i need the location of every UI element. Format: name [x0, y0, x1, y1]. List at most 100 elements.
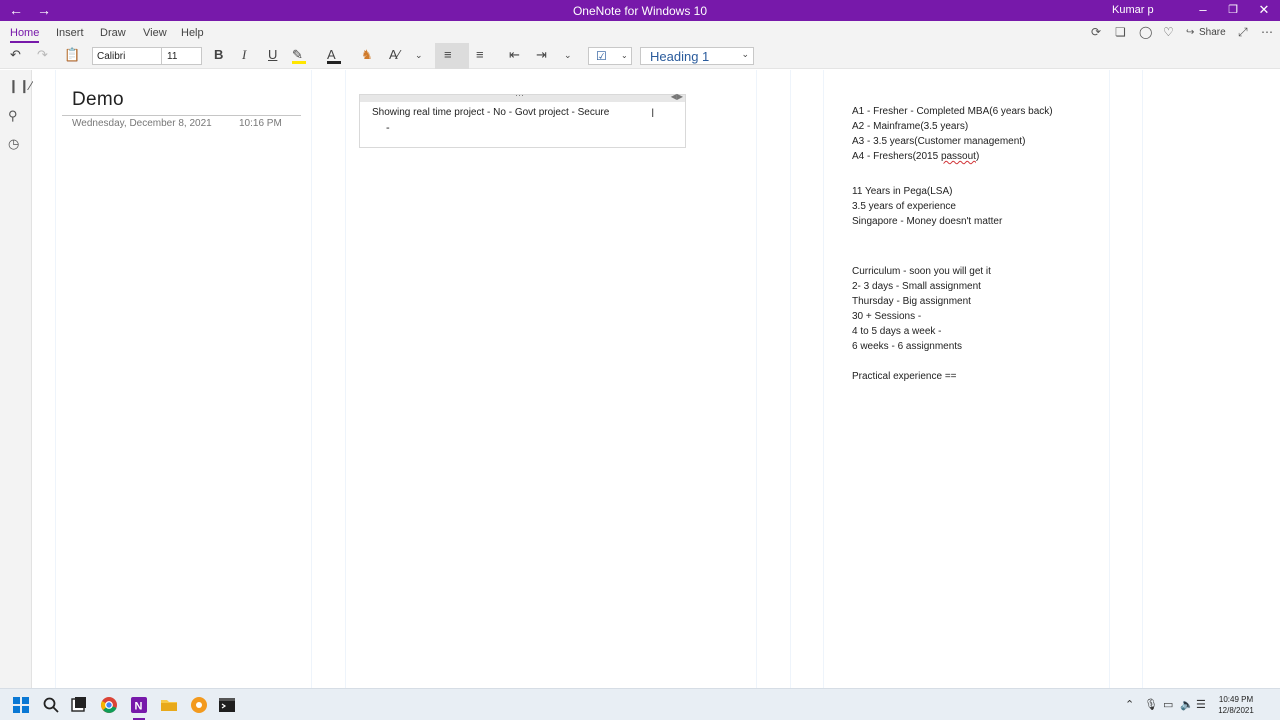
font-selector[interactable]: Calibri 11: [92, 47, 202, 65]
tab-view[interactable]: View: [143, 27, 167, 39]
expand-icon[interactable]: ⤢: [1238, 25, 1248, 40]
misspelled-word[interactable]: passout: [941, 151, 976, 162]
font-color-icon[interactable]: A: [327, 47, 341, 64]
note-line[interactable]: 3.5 years of experience: [852, 201, 956, 212]
highlighter-icon[interactable]: ✎: [292, 47, 306, 64]
notebooks-icon[interactable]: ❙❙∕: [8, 78, 32, 94]
bulleted-list-icon: ≡: [444, 47, 452, 62]
format-painter-icon[interactable]: ♞: [361, 47, 373, 63]
note-container-project[interactable]: ⋯ ◀▶ Showing real time project - No - Go…: [359, 90, 686, 148]
note-line[interactable]: Thursday - Big assignment: [852, 296, 971, 307]
onenote-icon[interactable]: N: [130, 696, 148, 714]
chevron-up-icon[interactable]: ⌃: [1125, 698, 1134, 711]
note-line[interactable]: 4 to 5 days a week -: [852, 326, 942, 337]
more-options-icon[interactable]: ⋯: [1261, 25, 1273, 39]
note-line[interactable]: 30 + Sessions -: [852, 311, 921, 322]
clock-date: 12/8/2021: [1218, 706, 1254, 715]
guide-line: [790, 70, 791, 688]
italic-button[interactable]: I: [242, 47, 246, 63]
snip-app-icon[interactable]: [190, 696, 208, 714]
page-time: 10:16 PM: [239, 118, 282, 129]
bold-button[interactable]: B: [214, 47, 223, 62]
redo-icon[interactable]: ↷: [37, 47, 48, 63]
chrome-icon[interactable]: [100, 696, 118, 714]
page-canvas[interactable]: [33, 70, 1280, 688]
minimize-icon[interactable]: –: [1193, 2, 1213, 18]
svg-text:N: N: [135, 701, 143, 713]
title-bar: ← → OneNote for Windows 10 Kumar p – ❐ ✕: [0, 0, 1280, 21]
clear-formatting-icon[interactable]: A⁄: [389, 47, 400, 62]
task-view-icon[interactable]: [70, 696, 88, 714]
recent-icon[interactable]: ◷: [8, 136, 19, 152]
note-line[interactable]: Curriculum - soon you will get it: [852, 266, 991, 277]
close-icon[interactable]: ✕: [1254, 2, 1274, 18]
network-icon[interactable]: ☰: [1196, 698, 1206, 711]
display-icon[interactable]: ▭: [1163, 698, 1173, 711]
guide-line: [756, 70, 757, 688]
page-title[interactable]: Demo: [72, 89, 124, 111]
lightbulb-icon[interactable]: ◯: [1139, 25, 1152, 39]
note-line[interactable]: 6 weeks - 6 assignments: [852, 341, 962, 352]
font-name-field[interactable]: Calibri: [97, 51, 125, 62]
tab-insert[interactable]: Insert: [56, 27, 84, 39]
tab-help[interactable]: Help: [181, 27, 204, 39]
increase-indent-icon[interactable]: ⇥: [536, 47, 547, 63]
microphone-icon[interactable]: 🎙: [1144, 698, 1158, 711]
style-selector[interactable]: Heading 1 ⌄: [640, 47, 754, 65]
underline-button[interactable]: U: [268, 47, 277, 62]
note-line[interactable]: 11 Years in Pega(LSA): [852, 186, 952, 197]
note-line[interactable]: Practical experience ==: [852, 371, 957, 382]
clipboard-icon[interactable]: 📋: [64, 47, 80, 63]
guide-line: [345, 70, 346, 688]
decrease-indent-icon[interactable]: ⇤: [509, 47, 520, 63]
resize-arrows-icon[interactable]: ◀▶: [671, 92, 683, 101]
bullets-button[interactable]: ≡: [435, 43, 469, 69]
chevron-down-icon[interactable]: ⌄: [564, 50, 572, 61]
note-text-line[interactable]: Showing real time project - No - Govt pr…: [372, 107, 609, 118]
sync-icon[interactable]: ⟳: [1091, 25, 1101, 39]
search-icon[interactable]: ⚲: [8, 108, 18, 124]
navigation-rail: ❙❙∕ ⚲ ◷: [0, 70, 32, 688]
guide-line: [311, 70, 312, 688]
windows-start-icon[interactable]: [12, 696, 30, 714]
chevron-down-icon[interactable]: ⌄: [415, 50, 423, 61]
share-icon[interactable]: ↪: [1186, 27, 1194, 38]
note-line[interactable]: 2- 3 days - Small assignment: [852, 281, 981, 292]
note-drag-handle[interactable]: ⋯ ◀▶: [360, 90, 685, 102]
guide-line: [1109, 70, 1110, 688]
checkbox-icon: ☑: [596, 49, 607, 63]
chevron-down-icon: ⌄: [741, 49, 749, 59]
file-explorer-icon[interactable]: [160, 696, 178, 714]
maximize-icon[interactable]: ❐: [1223, 2, 1243, 18]
tag-checkbox-button[interactable]: ☑ ⌄: [588, 47, 632, 65]
home-toolbar: ↶ ↷ 📋 Calibri 11 B I U ✎ A ♞ A⁄ ⌄ ≡ ≡ ⇤ …: [0, 43, 1280, 69]
tab-draw[interactable]: Draw: [100, 27, 126, 39]
note-line-text: A4 - Freshers(2015: [852, 151, 941, 162]
font-size-field[interactable]: 11: [167, 51, 177, 62]
guide-line: [55, 70, 56, 688]
note-line[interactable]: A2 - Mainframe(3.5 years): [852, 121, 968, 132]
numbered-list-icon[interactable]: ≡: [476, 47, 484, 62]
search-icon[interactable]: [42, 696, 60, 714]
font-selector-divider: [161, 48, 162, 64]
clock-time: 10:49 PM: [1218, 695, 1254, 704]
guide-line: [1142, 70, 1143, 688]
note-line[interactable]: A1 - Fresher - Completed MBA(6 years bac…: [852, 106, 1053, 117]
system-clock[interactable]: 10:49 PM 12/8/2021: [1214, 694, 1258, 716]
bell-icon[interactable]: ♡: [1163, 25, 1174, 39]
ribbon-tabs: Home Insert Draw View Help ⟳ ❏ ◯ ♡ ↪ Sha…: [0, 21, 1280, 43]
share-button[interactable]: Share: [1199, 27, 1226, 38]
note-line[interactable]: A3 - 3.5 years(Customer management): [852, 136, 1025, 147]
user-name[interactable]: Kumar p: [1112, 4, 1154, 16]
page-date: Wednesday, December 8, 2021: [72, 118, 212, 129]
note-line[interactable]: A4 - Freshers(2015 passout): [852, 151, 979, 162]
guide-line: [823, 70, 824, 688]
notebook-icon[interactable]: ❏: [1115, 25, 1126, 39]
note-bullet-line[interactable]: -: [386, 122, 390, 134]
terminal-icon[interactable]: [218, 696, 236, 714]
tab-home[interactable]: Home: [10, 27, 40, 43]
note-line[interactable]: Singapore - Money doesn't matter: [852, 216, 1002, 227]
volume-icon[interactable]: 🔈: [1180, 698, 1194, 711]
undo-icon[interactable]: ↶: [10, 47, 21, 63]
drag-dots-icon: ⋯: [515, 90, 524, 100]
